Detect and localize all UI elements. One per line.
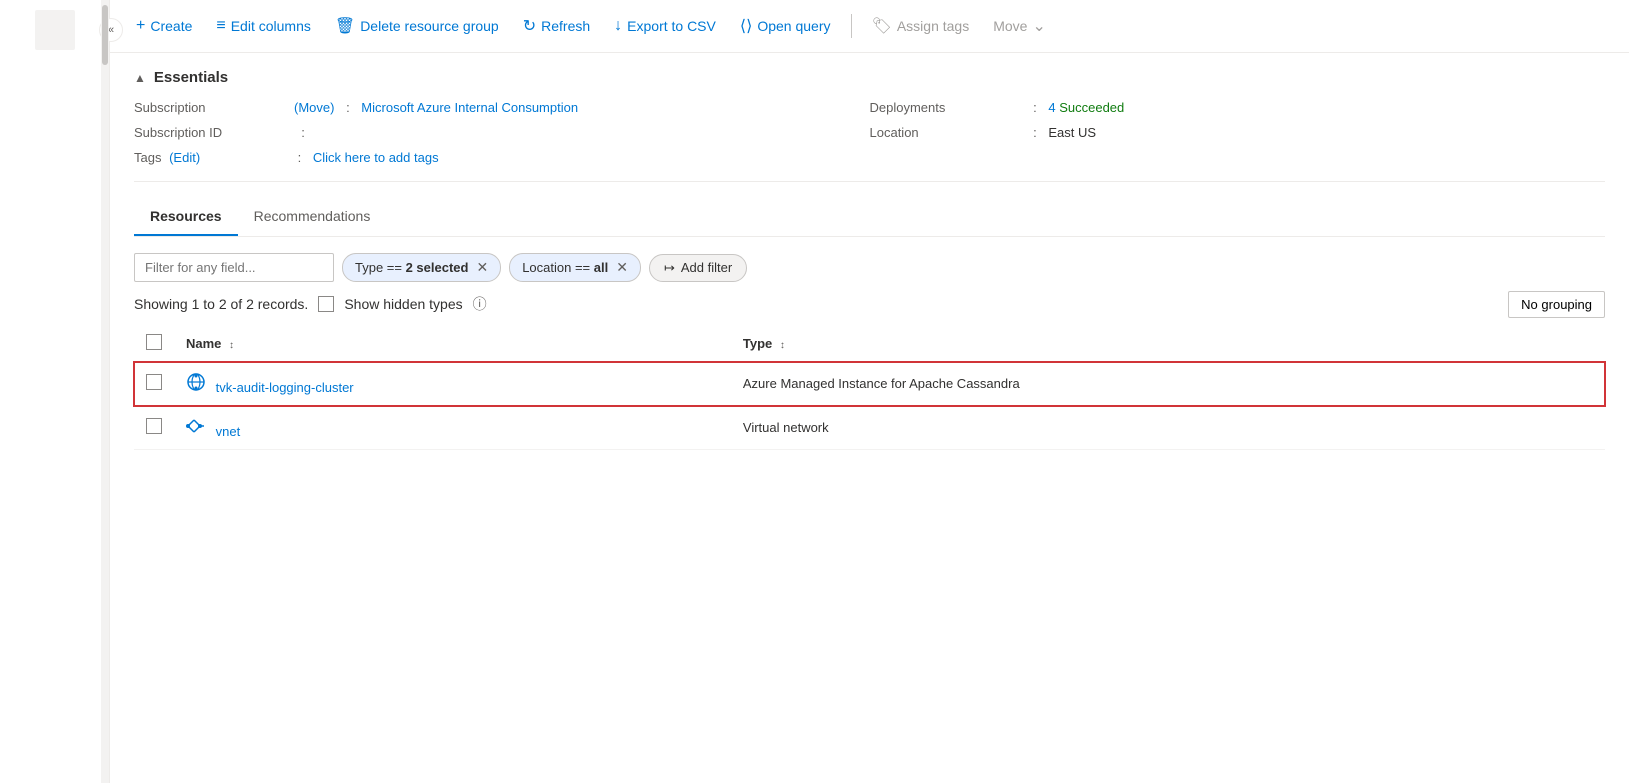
add-filter-button[interactable]: ↦ Add filter	[649, 254, 747, 282]
create-button[interactable]: + Create	[126, 11, 202, 41]
essentials-section: ▲ Essentials Subscription (Move) : Micro…	[134, 53, 1605, 182]
type-sort-icon: ↕	[780, 340, 785, 351]
row1-checkbox-cell	[134, 362, 174, 406]
columns-icon: ≡	[216, 17, 225, 35]
show-hidden-label: Show hidden types	[344, 296, 462, 312]
table-row: vnet Virtual network	[134, 406, 1605, 450]
name-column-header[interactable]: Name ↕	[174, 326, 731, 362]
refresh-button[interactable]: ↻ Refresh	[513, 10, 600, 42]
row2-type-cell: Virtual network	[731, 406, 1605, 450]
sidebar: «	[0, 0, 110, 783]
show-hidden-checkbox[interactable]	[318, 296, 334, 312]
subscription-id-label: Subscription ID	[134, 125, 294, 140]
tags-row: Tags (Edit) : Click here to add tags	[134, 150, 870, 165]
no-grouping-button[interactable]: No grouping	[1508, 291, 1605, 318]
essentials-right: Deployments : 4 Succeeded Location : Eas…	[870, 100, 1606, 165]
type-filter-chip[interactable]: Type == 2 selected ✕	[342, 253, 501, 282]
toolbar-separator	[851, 14, 852, 38]
filter-input[interactable]	[134, 253, 334, 282]
export-csv-button[interactable]: ↓ Export to CSV	[604, 11, 726, 41]
tags-label: Tags (Edit)	[134, 150, 294, 165]
move-button[interactable]: Move ⌄	[983, 10, 1056, 42]
query-icon: ⟨⟩	[740, 16, 752, 36]
deployments-status: Succeeded	[1059, 100, 1124, 115]
row2-checkbox-cell	[134, 406, 174, 450]
content-area: ▲ Essentials Subscription (Move) : Micro…	[110, 53, 1629, 783]
subscription-value-link[interactable]: Microsoft Azure Internal Consumption	[361, 100, 578, 115]
info-icon: ⓘ	[473, 294, 487, 314]
download-icon: ↓	[614, 17, 622, 35]
add-tags-link[interactable]: Click here to add tags	[313, 150, 439, 165]
filter-icon: ↦	[664, 260, 675, 276]
filter-row: Type == 2 selected ✕ Location == all ✕ ↦…	[134, 253, 1605, 282]
table-row: tvk-audit-logging-cluster Azure Managed …	[134, 362, 1605, 406]
name-sort-icon: ↕	[229, 340, 234, 351]
records-showing-text: Showing 1 to 2 of 2 records.	[134, 296, 308, 312]
subscription-move-link[interactable]: (Move)	[294, 100, 334, 115]
chevron-up-icon: ▲	[134, 71, 146, 85]
cassandra-icon	[186, 372, 206, 392]
plus-icon: +	[136, 17, 145, 35]
delete-rg-button[interactable]: 🗑 Delete resource group	[325, 10, 509, 42]
location-row: Location : East US	[870, 125, 1606, 140]
edit-columns-button[interactable]: ≡ Edit columns	[206, 11, 321, 41]
select-all-th	[134, 326, 174, 362]
refresh-icon: ↻	[523, 16, 536, 36]
location-value: East US	[1048, 125, 1096, 140]
scrollbar-thumb	[102, 5, 108, 65]
row1-name-cell: tvk-audit-logging-cluster	[174, 362, 731, 406]
tab-recommendations[interactable]: Recommendations	[238, 198, 387, 236]
deployments-count: 4	[1048, 100, 1055, 115]
location-filter-clear-icon[interactable]: ✕	[616, 259, 628, 276]
tab-resources[interactable]: Resources	[134, 198, 238, 236]
location-filter-chip[interactable]: Location == all ✕	[509, 253, 641, 282]
row1-name-link[interactable]: tvk-audit-logging-cluster	[216, 380, 354, 395]
tags-edit-link[interactable]: (Edit)	[169, 150, 200, 165]
type-column-header[interactable]: Type ↕	[731, 326, 1605, 362]
main-content: + Create ≡ Edit columns 🗑 Delete resourc…	[110, 0, 1629, 783]
toolbar: + Create ≡ Edit columns 🗑 Delete resourc…	[110, 0, 1629, 53]
trash-icon: 🗑	[335, 16, 355, 36]
records-row: Showing 1 to 2 of 2 records. Show hidden…	[134, 294, 1605, 314]
deployments-label: Deployments	[870, 100, 1030, 115]
location-label: Location	[870, 125, 1030, 140]
subscription-label: Subscription	[134, 100, 294, 115]
assign-tags-button[interactable]: 🏷 Assign tags	[862, 10, 980, 42]
row2-checkbox[interactable]	[146, 418, 162, 434]
essentials-left: Subscription (Move) : Microsoft Azure In…	[134, 100, 870, 165]
row2-name-cell: vnet	[174, 406, 731, 450]
tabs: Resources Recommendations	[134, 198, 1605, 237]
deployments-row: Deployments : 4 Succeeded	[870, 100, 1606, 115]
table-header-row: Name ↕ Type ↕	[134, 326, 1605, 362]
open-query-button[interactable]: ⟨⟩ Open query	[730, 10, 841, 42]
essentials-grid: Subscription (Move) : Microsoft Azure In…	[134, 100, 1605, 165]
sidebar-logo	[35, 10, 75, 50]
essentials-header[interactable]: ▲ Essentials	[134, 69, 1605, 86]
select-all-checkbox[interactable]	[146, 334, 162, 350]
tag-icon: 🏷	[872, 16, 892, 36]
subscription-id-row: Subscription ID :	[134, 125, 870, 140]
resources-table: Name ↕ Type ↕	[134, 326, 1605, 450]
chevron-down-icon: ⌄	[1032, 16, 1045, 36]
row1-checkbox[interactable]	[146, 374, 162, 390]
type-filter-clear-icon[interactable]: ✕	[476, 259, 488, 276]
vnet-icon	[186, 416, 206, 436]
row1-type-cell: Azure Managed Instance for Apache Cassan…	[731, 362, 1605, 406]
subscription-row: Subscription (Move) : Microsoft Azure In…	[134, 100, 870, 115]
row2-name-link[interactable]: vnet	[216, 424, 241, 439]
sidebar-scrollbar	[101, 0, 109, 783]
